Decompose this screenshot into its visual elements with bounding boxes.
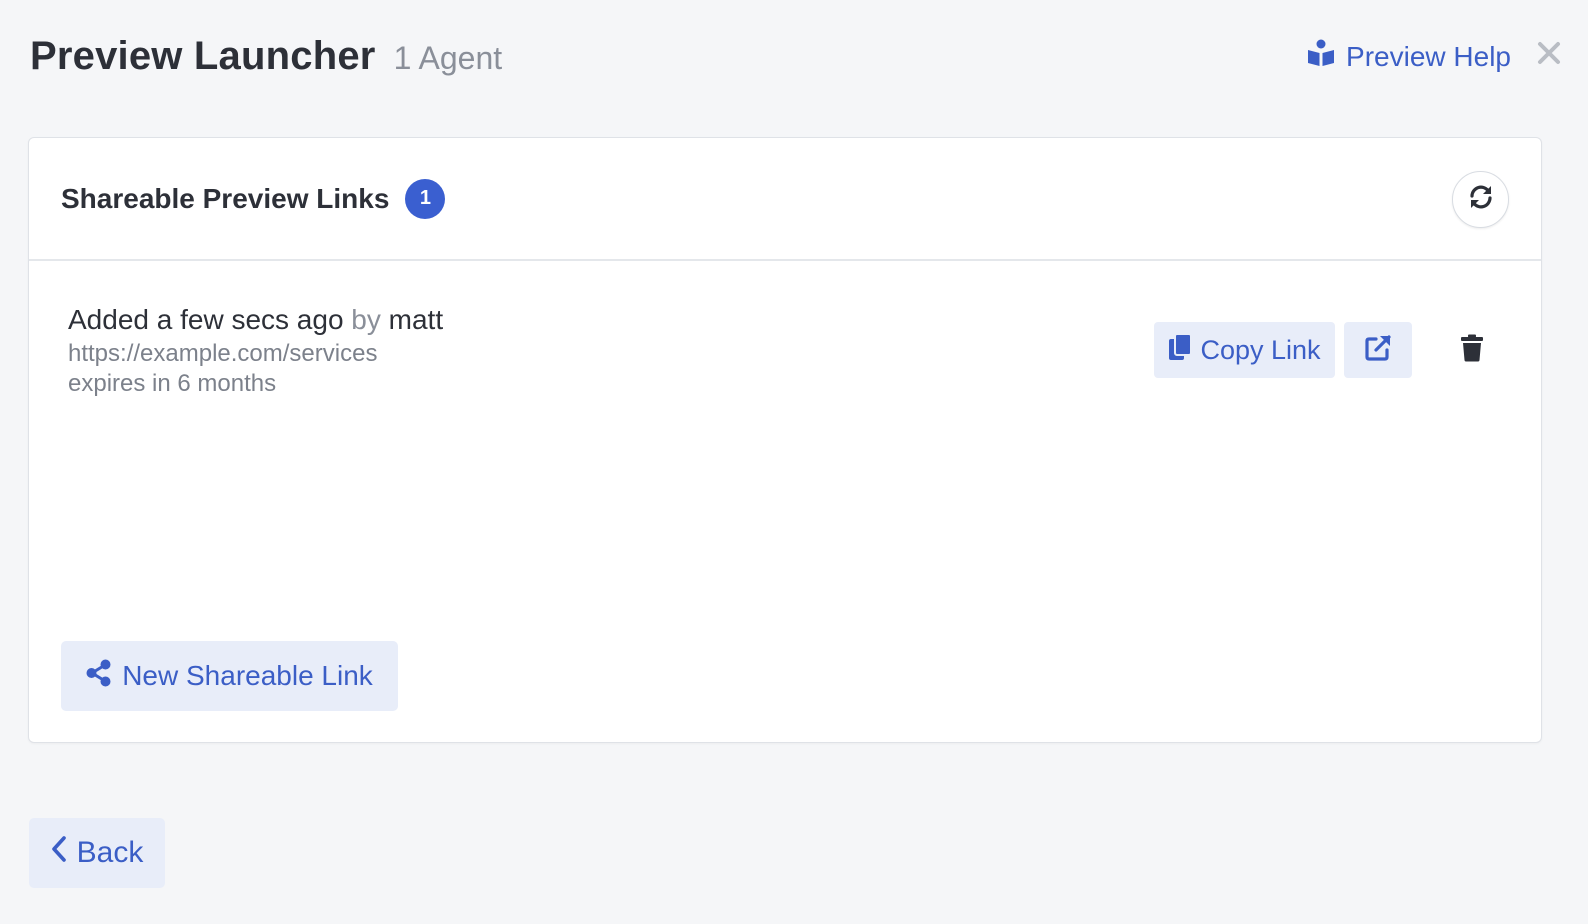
new-shareable-link-label: New Shareable Link — [122, 660, 373, 691]
added-info: Added a few secs ago by matt — [68, 304, 443, 336]
preview-help-link[interactable]: Preview Help — [1306, 38, 1511, 75]
open-link-button[interactable] — [1344, 322, 1412, 378]
back-label: Back — [76, 836, 144, 869]
share-icon — [86, 659, 112, 694]
chevron-left-icon — [51, 835, 67, 871]
shareable-links-card: Shareable Preview Links 1 Added a few se… — [28, 137, 1542, 743]
link-count-badge: 1 — [405, 178, 446, 219]
copy-link-button[interactable]: Copy Link — [1154, 322, 1335, 378]
refresh-button[interactable] — [1452, 171, 1509, 228]
added-time: Added a few secs ago — [68, 304, 344, 335]
link-url: https://example.com/services — [68, 340, 378, 367]
trash-icon — [1460, 334, 1484, 367]
card-header: Shareable Preview Links 1 — [29, 138, 1541, 261]
close-button[interactable] — [1534, 40, 1564, 70]
agent-count: 1 Agent — [393, 40, 503, 76]
added-user: matt — [388, 304, 444, 335]
copy-icon — [1168, 332, 1193, 368]
book-reader-icon — [1306, 38, 1336, 75]
card-title: Shareable Preview Links — [61, 182, 390, 214]
copy-link-label: Copy Link — [1200, 334, 1321, 365]
link-item: Added a few secs ago by matt https://exa… — [68, 304, 443, 398]
preview-help-label: Preview Help — [1346, 40, 1511, 72]
refresh-icon — [1467, 183, 1495, 216]
back-button[interactable]: Back — [29, 818, 165, 888]
delete-link-button[interactable] — [1454, 332, 1490, 368]
page-title: Preview Launcher — [30, 34, 376, 78]
external-link-icon — [1364, 334, 1392, 367]
new-shareable-link-button[interactable]: New Shareable Link — [61, 641, 398, 711]
by-label: by — [351, 304, 381, 335]
link-expiry: expires in 6 months — [68, 370, 277, 397]
close-icon — [1537, 41, 1561, 70]
